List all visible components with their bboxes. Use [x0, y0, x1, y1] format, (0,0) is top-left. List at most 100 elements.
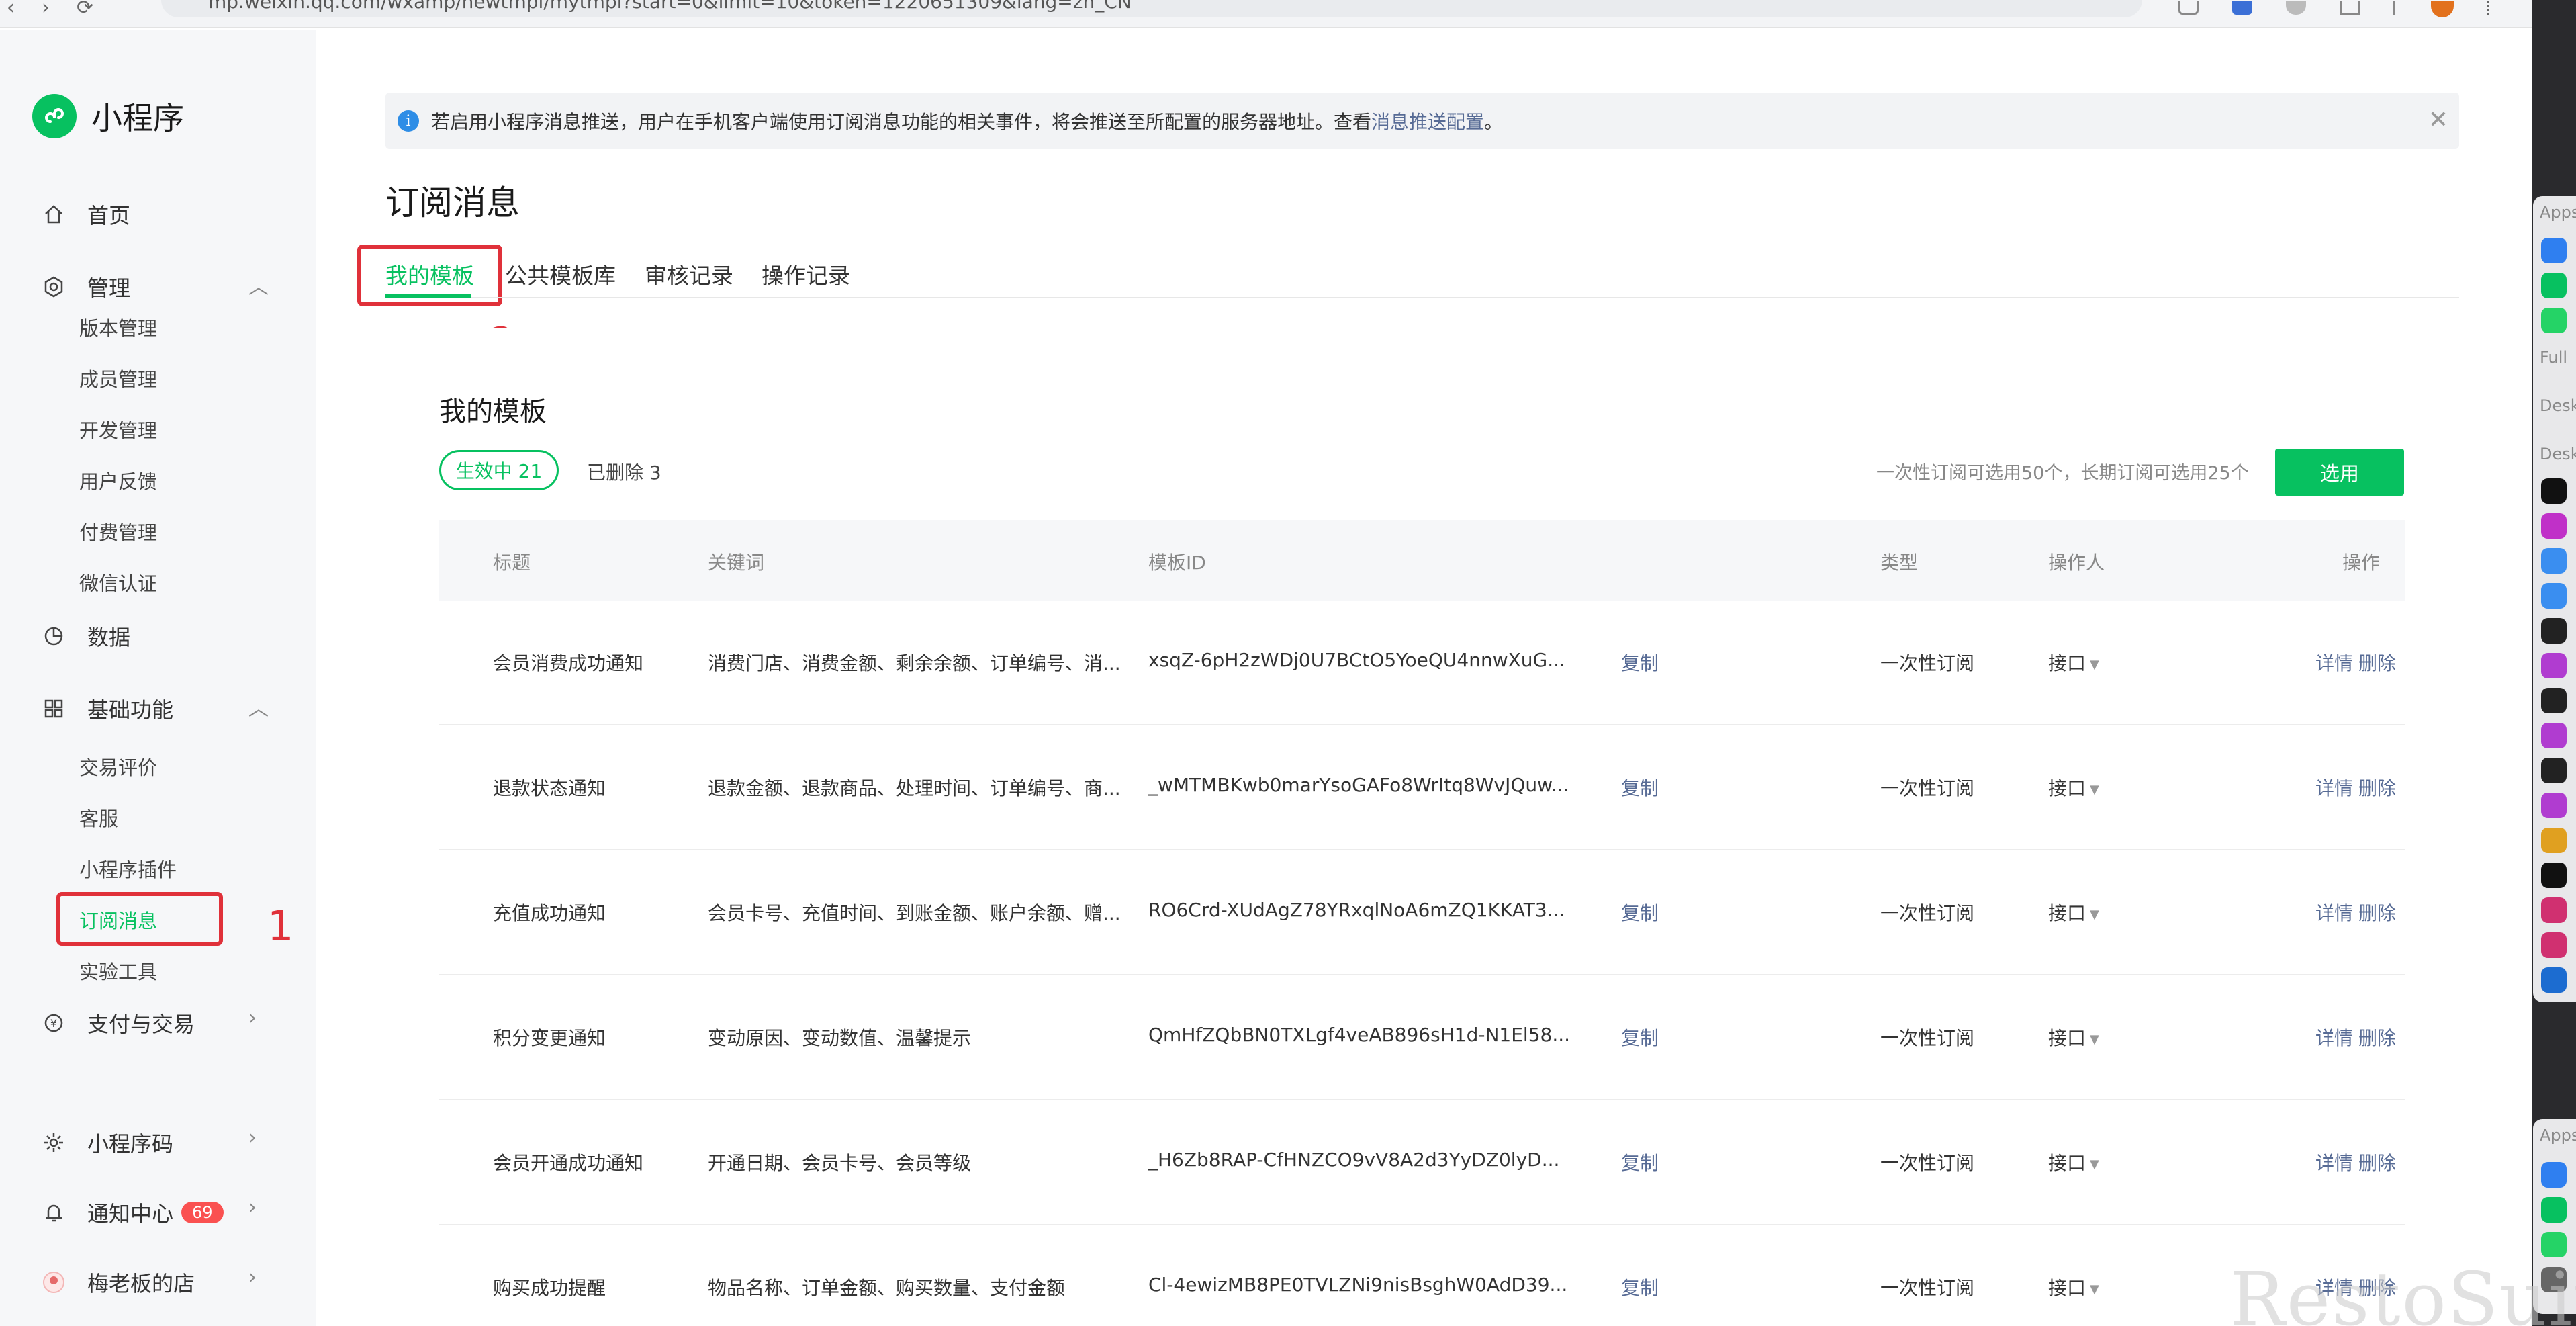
- copy-link-text: 复制: [1621, 902, 1659, 924]
- sidebar-subitem-lab[interactable]: 实验工具: [79, 957, 157, 985]
- app-icon[interactable]: [2541, 688, 2567, 713]
- app-icon[interactable]: [2541, 793, 2567, 818]
- sidebar-subitem-reviews[interactable]: 交易评价: [79, 752, 157, 781]
- sidebar-subitem-service[interactable]: 客服: [79, 803, 118, 832]
- app-icon[interactable]: [2541, 758, 2567, 783]
- delete-link[interactable]: 删除: [2358, 1149, 2396, 1176]
- filter-deleted[interactable]: 已删除 3: [587, 458, 661, 485]
- detail-link[interactable]: 详情: [2315, 774, 2353, 801]
- app-icon[interactable]: [2541, 723, 2567, 748]
- chevron-right-icon[interactable]: ›: [248, 1196, 257, 1219]
- sun-icon: [40, 1129, 67, 1156]
- delete-link[interactable]: 删除: [2358, 899, 2396, 926]
- safari-icon[interactable]: [2541, 238, 2567, 263]
- operator-dropdown[interactable]: 接口 ▼: [2048, 899, 2099, 926]
- chevron-up-icon[interactable]: ︿: [248, 270, 269, 300]
- copy-link[interactable]: 复制: [1621, 899, 1659, 926]
- table-row: 会员消费成功通知 消费门店、消费金额、剩余余额、订单编号、消... xsqZ-6pH…: [439, 601, 2405, 725]
- operator-dropdown[interactable]: 接口 ▼: [2048, 1149, 2099, 1176]
- sidebar-subitem-members[interactable]: 成员管理: [79, 364, 157, 392]
- cell-keywords: 物品名称、订单金额、购买数量、支付金额: [708, 1274, 1065, 1300]
- safari-icon[interactable]: [2541, 1162, 2567, 1188]
- operator-dropdown-text: 接口: [2048, 652, 2086, 674]
- delete-link[interactable]: 删除: [2358, 774, 2396, 801]
- more-icon[interactable]: [2487, 1, 2491, 15]
- tab-operation-records[interactable]: 操作记录: [762, 258, 850, 290]
- app-icon[interactable]: [2541, 618, 2567, 644]
- chevron-right-icon[interactable]: ›: [248, 1006, 257, 1030]
- delete-link[interactable]: 删除: [2358, 1024, 2396, 1051]
- sidebar-subitem-plugins[interactable]: 小程序插件: [79, 854, 177, 883]
- cell-keywords-text: 变动原因、变动数值、温馨提示: [708, 1027, 972, 1049]
- wechat-icon[interactable]: [2541, 273, 2567, 298]
- copy-link[interactable]: 复制: [1621, 649, 1659, 676]
- sidebar-item-store[interactable]: 梅老板的店: [40, 1267, 195, 1298]
- sidebar-item-home[interactable]: 首页: [40, 199, 130, 230]
- sidebar-item-basic[interactable]: 基础功能: [40, 693, 173, 724]
- wechat-icon[interactable]: [2541, 1197, 2567, 1223]
- operator-dropdown[interactable]: 接口 ▼: [2048, 1024, 2099, 1051]
- extension-icon[interactable]: [2232, 1, 2252, 15]
- terminal-icon[interactable]: [2541, 863, 2567, 888]
- extension-icon[interactable]: [2286, 1, 2306, 15]
- whatsapp-icon[interactable]: [2541, 1232, 2567, 1257]
- copy-link[interactable]: 复制: [1621, 1024, 1659, 1051]
- filter-active-pill[interactable]: 生效中 21: [439, 450, 559, 490]
- finder-icon[interactable]: [2541, 583, 2567, 609]
- whatsapp-icon[interactable]: [2541, 308, 2567, 333]
- tab-my-templates[interactable]: 我的模板: [385, 258, 474, 290]
- app-icon[interactable]: [2541, 478, 2567, 504]
- chevron-up-icon[interactable]: ︿: [248, 692, 269, 721]
- detail-link[interactable]: 详情: [2315, 649, 2353, 676]
- ide-icon[interactable]: [2541, 897, 2567, 923]
- chevron-right-icon[interactable]: ›: [248, 1266, 257, 1289]
- extension-icon[interactable]: [2340, 1, 2360, 15]
- column-header-keywords: 关键词: [708, 551, 765, 574]
- select-template-button[interactable]: 选用: [2275, 449, 2404, 496]
- sidebar-item-manage[interactable]: 管理: [40, 271, 130, 302]
- cell-type: 一次性订阅: [1880, 1024, 1974, 1051]
- sidebar-subitem-develop[interactable]: 开发管理: [79, 415, 157, 443]
- tab-review-records[interactable]: 审核记录: [645, 258, 733, 290]
- profile-avatar[interactable]: [2431, 1, 2454, 17]
- detail-link[interactable]: 详情: [2315, 1024, 2353, 1051]
- sidebar-subitem-feedback[interactable]: 用户反馈: [79, 466, 157, 494]
- detail-link[interactable]: 详情: [2315, 899, 2353, 926]
- app-icon[interactable]: [2541, 653, 2567, 678]
- sidebar-item-payment[interactable]: ¥ 支付与交易: [40, 1008, 195, 1038]
- chevron-right-icon[interactable]: ›: [248, 1126, 257, 1149]
- sidebar-subitem-paid[interactable]: 付费管理: [79, 517, 157, 545]
- ide-icon[interactable]: [2541, 932, 2567, 958]
- cell-template-id-text: RO6Crd-XUdAgZ78YRxqlNoA6mZQ1KKAT3...: [1148, 899, 1565, 921]
- sidebar-subitem-verify[interactable]: 微信认证: [79, 568, 157, 596]
- copy-link[interactable]: 复制: [1621, 774, 1659, 801]
- tab-public-library[interactable]: 公共模板库: [505, 258, 616, 290]
- browser-nav-icons[interactable]: ‹›⟳: [7, 0, 120, 19]
- yuan-icon: ¥: [40, 1010, 67, 1036]
- sidebar-item-data[interactable]: 数据: [40, 621, 130, 652]
- push-config-link[interactable]: 消息推送配置: [1371, 107, 1484, 134]
- dock-panel: Apps Full Desk Desk: [2533, 196, 2576, 1002]
- sidebar-item-qrcode[interactable]: 小程序码: [40, 1127, 173, 1158]
- dock-label: Desk: [2540, 396, 2576, 415]
- copy-link[interactable]: 复制: [1621, 1274, 1659, 1300]
- gear-icon: [40, 273, 67, 300]
- operator-dropdown[interactable]: 接口 ▼: [2048, 649, 2099, 676]
- operator-dropdown[interactable]: 接口 ▼: [2048, 774, 2099, 801]
- app-icon[interactable]: [2541, 967, 2567, 993]
- close-icon[interactable]: ✕: [2428, 106, 2448, 134]
- menu-icon[interactable]: [2393, 1, 2397, 15]
- operator-dropdown[interactable]: 接口 ▼: [2048, 1274, 2099, 1300]
- sidebar-item-notify[interactable]: 通知中心 69: [40, 1197, 224, 1228]
- finder-icon[interactable]: [2541, 548, 2567, 574]
- chrome-icon[interactable]: [2541, 828, 2567, 853]
- detail-link[interactable]: 详情: [2315, 1149, 2353, 1176]
- sidebar-subitem-version[interactable]: 版本管理: [79, 313, 157, 341]
- caret-down-icon: ▼: [2090, 1282, 2099, 1296]
- copy-link[interactable]: 复制: [1621, 1149, 1659, 1176]
- store-avatar: [40, 1269, 67, 1296]
- address-bar[interactable]: mp.weixin.qq.com/wxamp/newtmpl/mytmpl?st…: [161, 0, 2142, 17]
- app-icon[interactable]: [2541, 513, 2567, 539]
- extension-icon[interactable]: [2178, 1, 2199, 15]
- delete-link[interactable]: 删除: [2358, 649, 2396, 676]
